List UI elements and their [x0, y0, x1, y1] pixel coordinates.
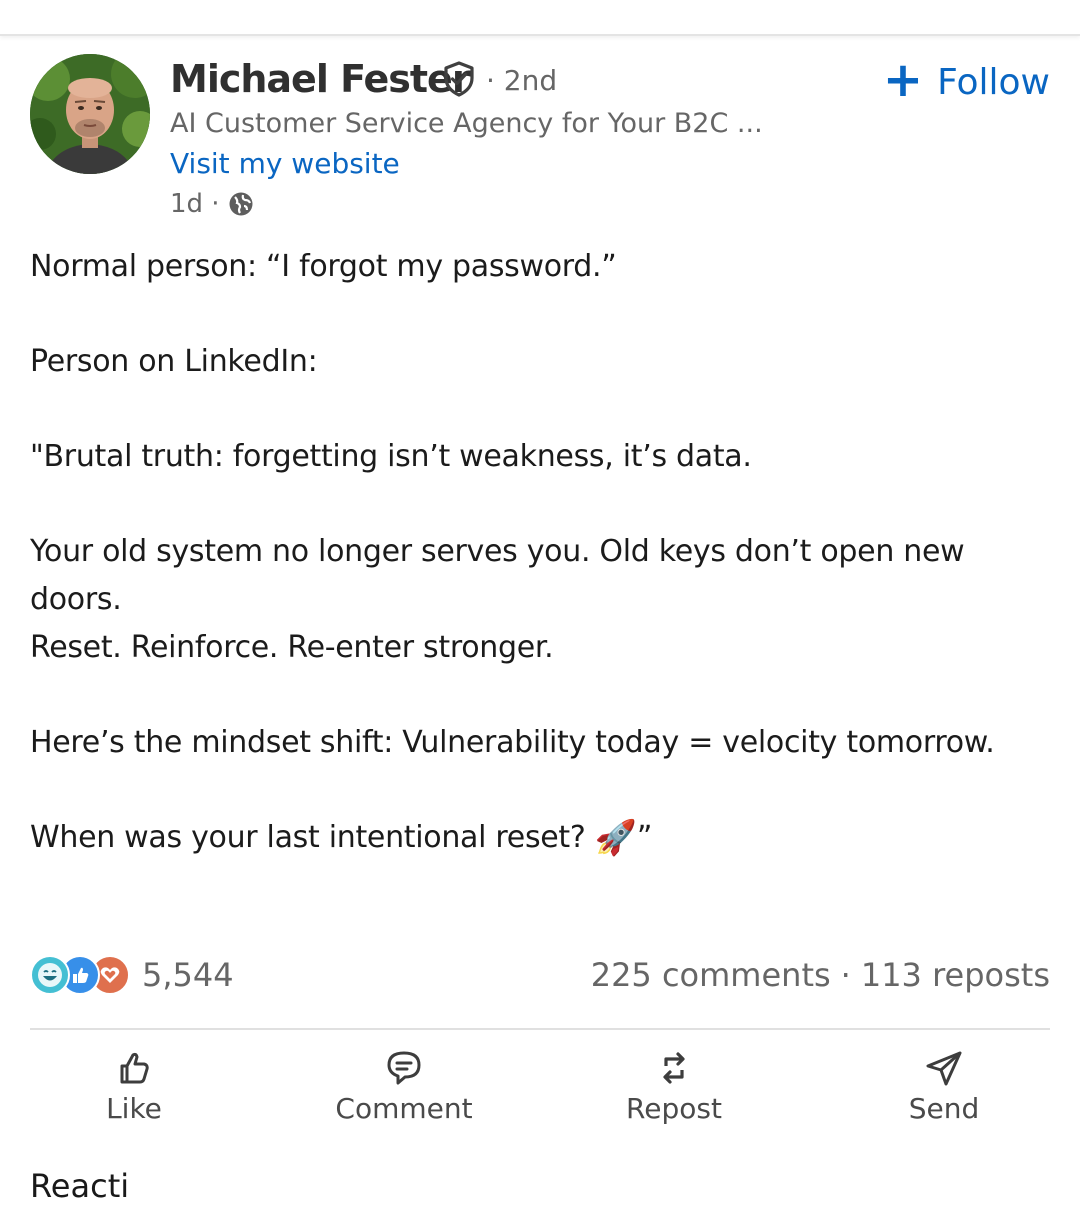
post-timestamp: 1d · [170, 189, 220, 219]
plus-icon: + [882, 52, 924, 108]
author-headline: AI Customer Service Agency for Your B2C … [170, 108, 763, 139]
rocket-emoji-icon: 🚀 [594, 818, 637, 858]
author-name[interactable]: Michael Fester [170, 56, 471, 102]
closing-quote: ” [636, 820, 653, 855]
globe-icon [229, 192, 253, 216]
like-label: Like [106, 1092, 162, 1125]
follow-label: Follow [937, 61, 1050, 103]
funny-reaction-icon [30, 955, 70, 995]
comment-label: Comment [335, 1092, 473, 1125]
repost-button[interactable]: Repost [574, 1040, 774, 1125]
avatar-photo [30, 54, 150, 174]
visit-website-link[interactable]: Visit my website [170, 146, 400, 182]
post-meta: 1d · [170, 186, 254, 222]
post-line: When was your last intentional reset? 🚀” [30, 814, 1050, 862]
repost-arrows-icon [663, 1052, 685, 1084]
reaction-count: 5,544 [142, 956, 234, 994]
action-bar: Like Comment Repost Send [0, 1040, 1080, 1140]
social-counts: 225 comments · 113 reposts [591, 950, 1050, 1000]
count-separator: · [840, 956, 851, 994]
thumbs-up-icon [120, 1052, 149, 1084]
send-button[interactable]: Send [844, 1040, 1044, 1125]
avatar[interactable] [30, 54, 150, 174]
reaction-summary[interactable]: 5,544 [30, 950, 234, 1000]
top-bar-edge [0, 0, 1080, 36]
repost-label: Repost [626, 1092, 722, 1125]
post-text: Normal person: “I forgot my password.” P… [30, 243, 1050, 862]
post-line: "Brutal truth: forgetting isn’t weakness… [30, 439, 752, 474]
send-label: Send [908, 1092, 980, 1125]
verified-shield-icon [444, 61, 474, 97]
follow-button[interactable]: + Follow [882, 52, 1050, 108]
comment-button[interactable]: Comment [304, 1040, 504, 1125]
post-line: Your old system no longer serves you. Ol… [30, 534, 965, 617]
reposts-count[interactable]: 113 reposts [861, 956, 1050, 994]
post-line: Person on LinkedIn: [30, 344, 318, 379]
post-line: Normal person: “I forgot my password.” [30, 249, 617, 284]
connection-degree: · 2nd [486, 64, 558, 97]
post-line-text: When was your last intentional reset? [30, 820, 586, 855]
reactions-section-heading: Reacti [30, 1167, 130, 1205]
like-button[interactable]: Like [34, 1040, 234, 1125]
divider [30, 1028, 1050, 1030]
post-line: Reset. Reinforce. Re-enter stronger. [30, 630, 554, 665]
speech-bubble-icon [387, 1051, 421, 1085]
comments-count[interactable]: 225 comments [591, 956, 831, 994]
paper-plane-icon [926, 1051, 962, 1086]
post-line: Here’s the mindset shift: Vulnerability … [30, 725, 995, 760]
